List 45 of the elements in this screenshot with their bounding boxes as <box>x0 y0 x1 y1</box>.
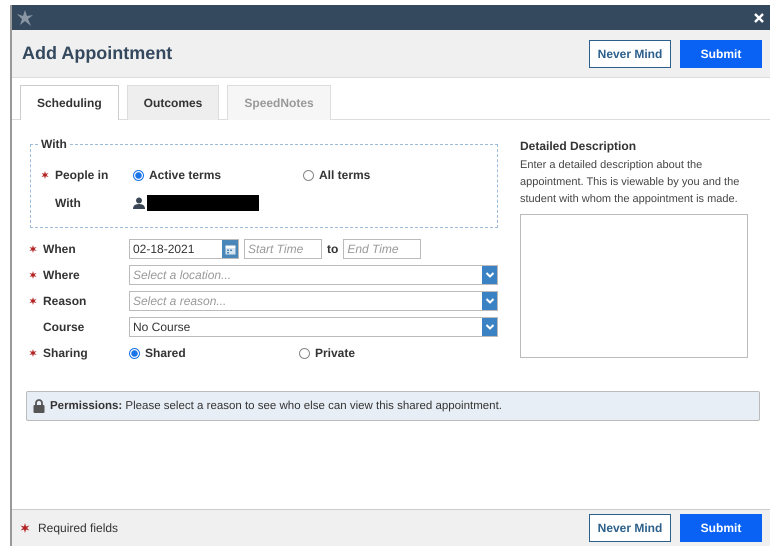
radio-option[interactable]: Private <box>299 346 469 360</box>
date-field[interactable]: 02-18-2021 <box>129 239 239 259</box>
radio-option[interactable]: Shared <box>129 346 299 360</box>
required-icon <box>41 171 49 179</box>
range-separator: to <box>327 242 338 256</box>
person-icon <box>133 197 145 209</box>
required-icon <box>29 245 37 253</box>
cancel-button[interactable]: Never Mind <box>589 514 671 542</box>
radio-option[interactable]: Active terms <box>133 168 303 182</box>
field-label: People in <box>55 168 108 182</box>
field-label: When <box>43 242 76 256</box>
tab[interactable]: Scheduling <box>20 85 119 120</box>
chevron-down-icon <box>484 297 494 305</box>
required-icon <box>29 349 37 357</box>
section-title: Detailed Description <box>520 139 638 153</box>
cancel-button[interactable]: Never Mind <box>589 40 671 68</box>
field-label: Reason <box>43 294 86 308</box>
required-icon <box>29 297 37 305</box>
required-fields-note: Required fields <box>38 521 118 535</box>
field-label: With <box>55 196 81 210</box>
star-logo-icon <box>16 8 34 26</box>
field-label: Sharing <box>43 346 88 360</box>
description-hint: Enter a detailed description about the appointment. This is viewable by you and the student with whom the appointment is made. <box>520 158 740 207</box>
dialog-title: Add Appointment <box>22 43 172 64</box>
start-time-field[interactable]: Start Time <box>244 239 322 259</box>
close-icon[interactable] <box>754 12 764 22</box>
dropdown-button[interactable] <box>482 318 497 336</box>
submit-button[interactable]: Submit <box>680 40 762 68</box>
submit-button[interactable]: Submit <box>680 514 762 542</box>
chevron-down-icon <box>484 323 494 331</box>
end-time-field[interactable]: End Time <box>343 239 422 259</box>
lock-icon <box>33 399 45 413</box>
dropdown-field[interactable]: No Course <box>129 317 498 337</box>
required-icon <box>29 271 37 279</box>
permissions-message: Permissions: Please select a reason to see who else can view this shared appointment. <box>50 400 502 412</box>
dropdown-button[interactable] <box>482 266 497 284</box>
field-label: Where <box>43 268 80 282</box>
field-label: Course <box>43 320 84 334</box>
required-icon <box>20 523 30 533</box>
dropdown-button[interactable] <box>482 292 497 310</box>
radio-option[interactable]: All terms <box>303 168 473 182</box>
group-legend: With <box>39 137 69 151</box>
tab[interactable]: Outcomes <box>126 85 220 120</box>
chevron-down-icon <box>484 271 494 279</box>
calendar-icon <box>224 244 236 254</box>
